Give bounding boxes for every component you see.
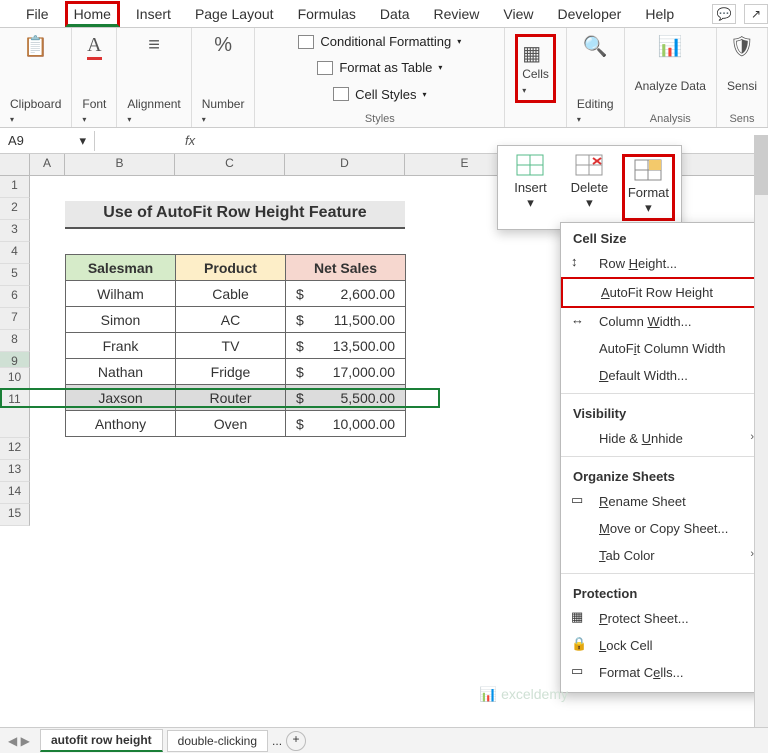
menu-default-width[interactable]: Default Width... — [561, 362, 764, 389]
cond-fmt-icon — [298, 35, 314, 49]
tab-formulas[interactable]: Formulas — [290, 2, 364, 26]
name-box[interactable]: A9▾ — [0, 131, 95, 151]
section-organize-sheets: Organize Sheets — [561, 461, 764, 488]
header-salesman: Salesman — [66, 255, 176, 281]
format-as-table-button[interactable]: Format as Table ▾ — [317, 60, 442, 75]
menu-rename-sheet[interactable]: ▭Rename Sheet — [561, 488, 764, 515]
cells-icon: ▦ — [522, 43, 541, 65]
protect-icon: ▦ — [571, 609, 589, 625]
group-cells[interactable]: ▦ Cells▾ — [505, 28, 567, 127]
group-editing[interactable]: 🔍 Editing▾ — [567, 28, 625, 127]
table-row: NathanFridge$17,000.00 — [66, 359, 406, 385]
col-header-a[interactable]: A — [30, 154, 65, 175]
sensitivity-icon: 🛡 — [729, 34, 754, 59]
fx-icon[interactable]: fx — [175, 133, 205, 148]
menu-lock-cell[interactable]: 🔒Lock Cell — [561, 632, 764, 659]
delete-cells-icon — [575, 154, 603, 176]
section-visibility: Visibility — [561, 398, 764, 425]
sheet-tab-active[interactable]: autofit row height — [40, 729, 163, 752]
section-cell-size: Cell Size — [561, 223, 764, 250]
menu-autofit-column-width[interactable]: AutoFit Column Width — [561, 335, 764, 362]
menu-move-copy-sheet[interactable]: Move or Copy Sheet... — [561, 515, 764, 542]
vertical-scrollbar[interactable] — [754, 135, 768, 727]
search-icon: 🔍 — [583, 34, 608, 59]
rename-icon: ▭ — [571, 492, 589, 508]
sheet-nav-arrows[interactable]: ◀ ▶ — [8, 734, 30, 748]
header-product: Product — [176, 255, 286, 281]
table-row: WilhamCable$2,600.00 — [66, 281, 406, 307]
share-icon[interactable]: ↗ — [744, 4, 768, 24]
menu-column-width[interactable]: ↔Column Width... — [561, 308, 764, 335]
tab-insert[interactable]: Insert — [128, 2, 179, 26]
font-icon: A — [87, 34, 101, 60]
select-all-corner[interactable] — [0, 154, 30, 175]
styles-caption: Styles — [365, 113, 395, 125]
menu-format-cells[interactable]: ▭Format Cells... — [561, 659, 764, 686]
insert-cells-icon — [516, 154, 544, 176]
group-alignment[interactable]: ≡ Alignment▾ — [117, 28, 191, 127]
insert-cells-button[interactable]: Insert▾ — [504, 154, 557, 221]
table-row: FrankTV$13,500.00 — [66, 333, 406, 359]
tab-review[interactable]: Review — [426, 2, 488, 26]
col-width-icon: ↔ — [571, 312, 589, 327]
menu-autofit-row-height[interactable]: AutoFit Row Height — [561, 277, 764, 308]
sheet-tabs: ◀ ▶ autofit row height double-clicking .… — [0, 727, 768, 753]
tab-file[interactable]: File — [18, 2, 57, 26]
page-title: Use of AutoFit Row Height Feature — [65, 201, 405, 229]
menu-hide-unhide[interactable]: Hide & Unhide› — [561, 425, 764, 452]
cell-styles-icon — [333, 87, 349, 101]
row-headers[interactable]: 123 456 78 9 10 1112 131415 — [0, 176, 30, 526]
col-header-b[interactable]: B — [65, 154, 175, 175]
comments-icon[interactable]: 💬 — [712, 4, 736, 24]
row-height-icon: ↕ — [571, 254, 589, 269]
group-sensitivity[interactable]: 🛡 Sensi Sens — [717, 28, 768, 127]
lock-icon: 🔒 — [571, 636, 589, 652]
group-styles: Conditional Formatting ▾ Format as Table… — [255, 28, 505, 127]
ribbon-tabs: File Home Insert Page Layout Formulas Da… — [0, 0, 768, 28]
tab-home[interactable]: Home — [65, 1, 120, 27]
percent-icon: % — [214, 34, 232, 57]
col-header-c[interactable]: C — [175, 154, 285, 175]
tab-data[interactable]: Data — [372, 2, 418, 26]
menu-tab-color[interactable]: Tab Color› — [561, 542, 764, 569]
delete-cells-button[interactable]: Delete▾ — [563, 154, 616, 221]
analyze-icon: 📊 — [658, 34, 683, 59]
format-menu: Cell Size ↕Row Height... AutoFit Row Hei… — [560, 222, 765, 693]
tab-help[interactable]: Help — [637, 2, 682, 26]
table-row: JaxsonRouter$5,500.00 — [66, 385, 406, 411]
format-cells-icon — [634, 159, 662, 181]
alignment-icon: ≡ — [148, 34, 160, 57]
group-analyze[interactable]: 📊 Analyze Data Analysis — [625, 28, 717, 127]
cell-styles-button[interactable]: Cell Styles ▾ — [333, 87, 426, 102]
menu-protect-sheet[interactable]: ▦Protect Sheet... — [561, 605, 764, 632]
group-font[interactable]: A Font▾ — [72, 28, 117, 127]
cells-dropdown-popup: Insert▾ Delete▾ Format▾ — [497, 145, 682, 230]
new-sheet-button[interactable]: + — [286, 731, 306, 751]
sheet-tab-other[interactable]: double-clicking — [167, 730, 268, 752]
table-row: AnthonyOven$10,000.00 — [66, 411, 406, 437]
group-number[interactable]: % Number▾ — [192, 28, 256, 127]
tab-view[interactable]: View — [495, 2, 541, 26]
group-clipboard[interactable]: 📋 Clipboard▾ — [0, 28, 72, 127]
header-netsales: Net Sales — [286, 255, 406, 281]
clipboard-icon: 📋 — [23, 34, 48, 59]
format-cells-menu-icon: ▭ — [571, 663, 589, 679]
col-header-d[interactable]: D — [285, 154, 405, 175]
conditional-formatting-button[interactable]: Conditional Formatting ▾ — [298, 34, 461, 49]
section-protection: Protection — [561, 578, 764, 605]
table-icon — [317, 61, 333, 75]
data-table: Salesman Product Net Sales WilhamCable$2… — [65, 254, 406, 437]
sheet-tab-more[interactable]: ... — [272, 734, 282, 748]
tab-developer[interactable]: Developer — [550, 2, 630, 26]
format-cells-button[interactable]: Format▾ — [622, 154, 675, 221]
table-row: SimonAC$11,500.00 — [66, 307, 406, 333]
ribbon: 📋 Clipboard▾ A Font▾ ≡ Alignment▾ % Numb… — [0, 28, 768, 128]
menu-row-height[interactable]: ↕Row Height... — [561, 250, 764, 277]
tab-page-layout[interactable]: Page Layout — [187, 2, 282, 26]
